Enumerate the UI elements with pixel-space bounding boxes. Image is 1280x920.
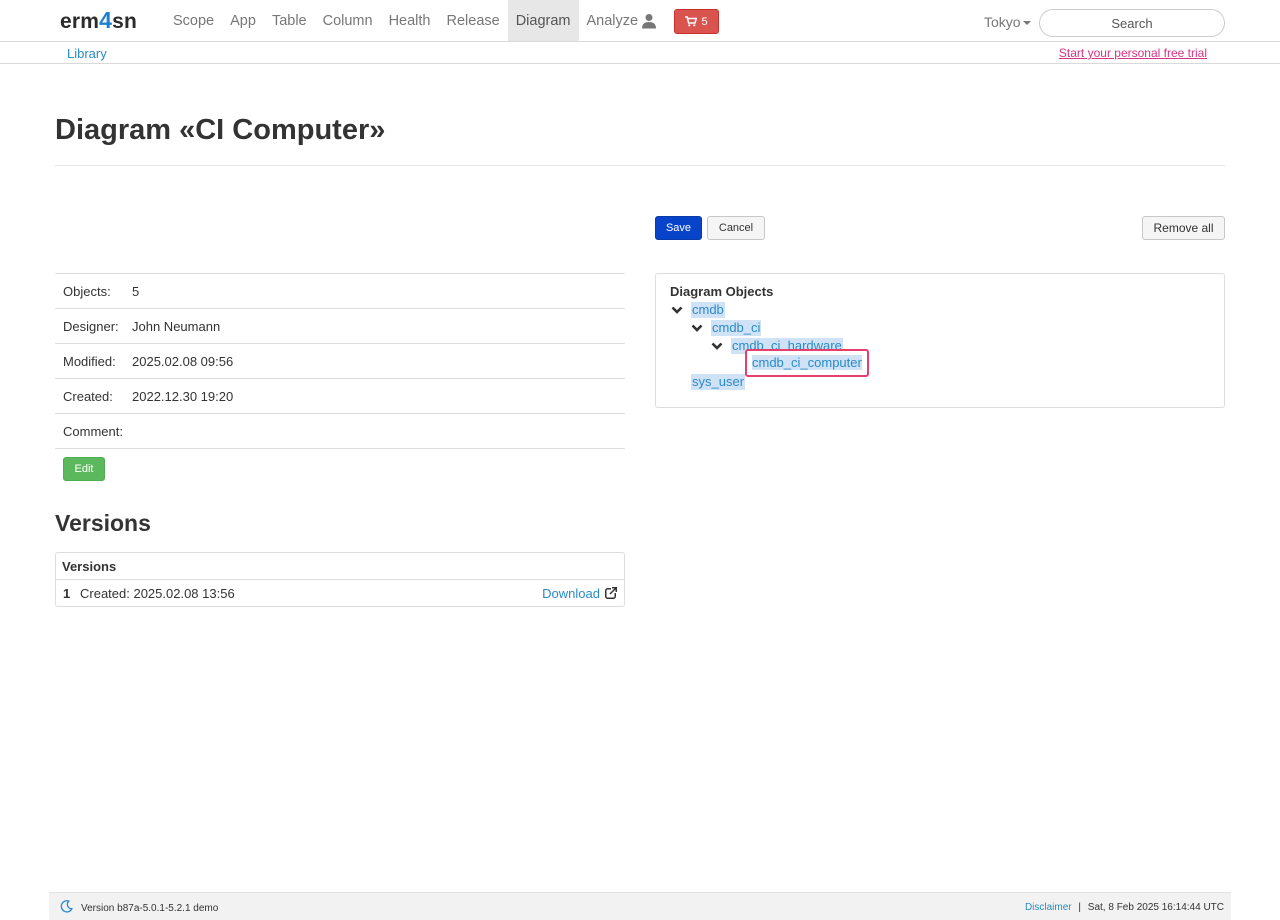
location-dropdown[interactable]: Tokyo xyxy=(984,14,1031,30)
brand-logo[interactable]: erm4sn xyxy=(60,7,137,34)
tree-node-cmdb-ci[interactable]: cmdb_ci xyxy=(711,320,762,336)
sub-navbar: Library Start your personal free trial xyxy=(0,42,1280,64)
table-row: Objects: 5 xyxy=(55,273,625,309)
tree-node-cmdb-ci-computer[interactable]: cmdb_ci_computer xyxy=(745,349,869,377)
tree-node-cmdb[interactable]: cmdb xyxy=(691,302,725,318)
nav-item-diagram[interactable]: Diagram xyxy=(507,0,579,41)
property-value xyxy=(132,414,625,449)
external-link-icon[interactable] xyxy=(605,587,617,599)
table-row: Comment: xyxy=(55,413,625,449)
edit-button[interactable]: Edit xyxy=(63,457,105,481)
tree-node-label: cmdb_ci_computer xyxy=(752,355,862,370)
save-button[interactable]: Save xyxy=(655,216,702,240)
version-created: Created: 2025.02.08 13:56 xyxy=(80,586,235,601)
chevron-down-icon[interactable] xyxy=(671,305,683,315)
footer-timestamp: Sat, 8 Feb 2025 16:14:44 UTC xyxy=(1087,902,1224,913)
property-label: Created: xyxy=(63,388,113,404)
table-row: Designer: John Neumann xyxy=(55,308,625,344)
footer-separator: | xyxy=(1078,902,1082,913)
property-value: 2025.02.08 09:56 xyxy=(132,353,234,369)
nav-item-app[interactable]: App xyxy=(222,0,264,41)
chevron-down-icon[interactable] xyxy=(691,323,703,333)
cart-count: 5 xyxy=(701,15,708,28)
property-label: Designer: xyxy=(63,318,119,334)
top-navbar: erm4sn Scope App Table Column Health Rel… xyxy=(0,0,1280,42)
versions-heading: Versions xyxy=(55,510,151,536)
download-link[interactable]: Download xyxy=(542,586,600,601)
chevron-down-icon[interactable] xyxy=(711,341,723,351)
nav-item-analyze[interactable]: Analyze xyxy=(579,0,647,41)
title-divider xyxy=(55,165,1225,166)
versions-panel-title: Versions xyxy=(56,553,624,580)
footer: Version b87a-5.0.1-5.2.1 demo Disclaimer… xyxy=(49,892,1231,920)
nav-item-column[interactable]: Column xyxy=(315,0,381,41)
caret-down-icon xyxy=(1022,21,1031,26)
nav-item-release[interactable]: Release xyxy=(439,0,508,41)
remove-all-button[interactable]: Remove all xyxy=(1142,216,1225,240)
diagram-objects-title: Diagram Objects xyxy=(670,284,774,299)
diagram-properties-table: Objects: 5 Designer: John Neumann Modifi… xyxy=(55,273,625,449)
nav-item-health[interactable]: Health xyxy=(381,0,439,41)
free-trial-link[interactable]: Start your personal free trial xyxy=(1059,46,1207,60)
table-row: Modified: 2025.02.08 09:56 xyxy=(55,343,625,379)
diagram-objects-panel: Diagram Objects cmdb cmdb_ci cmdb_ci_har… xyxy=(655,273,1225,408)
versions-panel: Versions 1 Created: 2025.02.08 13:56 Dow… xyxy=(55,552,625,607)
property-value: 5 xyxy=(132,283,140,299)
cart-icon xyxy=(685,16,698,27)
nav-item-table[interactable]: Table xyxy=(264,0,315,41)
table-row: Created: 2022.12.30 19:20 xyxy=(55,378,625,414)
disclaimer-link[interactable]: Disclaimer xyxy=(1025,902,1072,913)
property-label: Comment: xyxy=(63,423,123,439)
property-label: Modified: xyxy=(63,353,116,369)
moon-icon[interactable] xyxy=(60,900,73,913)
version-number: 1 xyxy=(63,586,71,601)
search-input[interactable] xyxy=(1039,9,1225,37)
location-label: Tokyo xyxy=(984,14,1021,30)
cart-button[interactable]: 5 xyxy=(674,9,719,34)
nav-item-scope[interactable]: Scope xyxy=(165,0,222,41)
property-label: Objects: xyxy=(63,283,111,299)
version-row: 1 Created: 2025.02.08 13:56 Download xyxy=(56,580,624,606)
page-title: Diagram «CI Computer» xyxy=(55,114,386,146)
footer-right: Disclaimer | Sat, 8 Feb 2025 16:14:44 UT… xyxy=(1025,902,1224,913)
version-text: Version b87a-5.0.1-5.2.1 demo xyxy=(81,903,219,914)
library-link[interactable]: Library xyxy=(67,46,107,61)
user-icon[interactable] xyxy=(641,13,657,29)
property-value: 2022.12.30 19:20 xyxy=(132,388,234,404)
tree-node-sys-user[interactable]: sys_user xyxy=(691,374,746,390)
cancel-button[interactable]: Cancel xyxy=(707,216,765,240)
main-nav: Scope App Table Column Health Release Di… xyxy=(165,0,646,41)
property-value: John Neumann xyxy=(132,318,221,334)
